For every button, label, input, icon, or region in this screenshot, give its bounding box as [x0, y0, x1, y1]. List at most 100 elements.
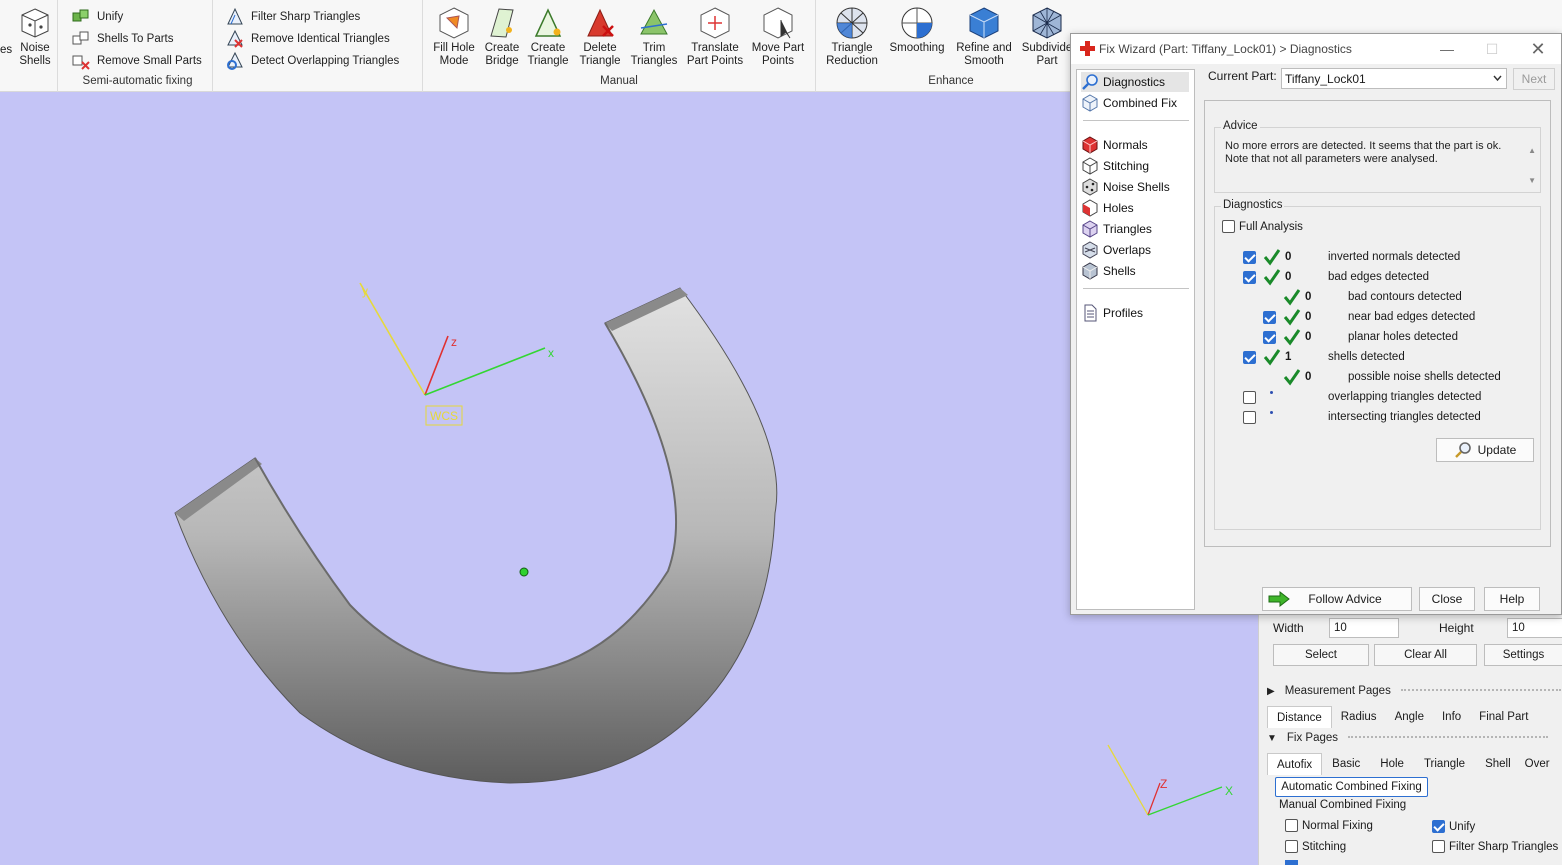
- filter-sharp-checkbox[interactable]: [1432, 840, 1445, 853]
- delete-triangle-icon: [587, 8, 614, 37]
- trim-triangles-button[interactable]: Trim Triangles: [625, 6, 683, 68]
- shells-to-parts-button[interactable]: Shells To Parts: [71, 29, 174, 49]
- tab-final-part[interactable]: Final Part: [1470, 706, 1537, 728]
- follow-advice-button[interactable]: Follow Advice: [1262, 587, 1412, 611]
- nav-triangles[interactable]: Triangles: [1081, 219, 1152, 239]
- unify-option[interactable]: Unify: [1432, 820, 1475, 833]
- width-field[interactable]: 10: [1329, 618, 1399, 638]
- fix-pages-header[interactable]: ▼ Fix Pages: [1267, 732, 1549, 744]
- dialog-titlebar[interactable]: Fix Wizard (Part: Tiffany_Lock01) > Diag…: [1071, 34, 1561, 64]
- translate-part-points-button[interactable]: Translate Part Points: [686, 6, 744, 68]
- noise-shells-button[interactable]: Noise Shells: [6, 6, 64, 68]
- filter-sharp-triangles-button[interactable]: Filter Sharp Triangles: [225, 7, 360, 27]
- remove-small-parts-button[interactable]: Remove Small Parts: [71, 51, 202, 71]
- nav-overlaps[interactable]: Overlaps: [1081, 240, 1151, 260]
- detect-overlapping-triangles-button[interactable]: Detect Overlapping Triangles: [225, 51, 399, 71]
- tab-angle[interactable]: Angle: [1386, 706, 1433, 728]
- move-part-points-button[interactable]: Move Part Points: [749, 6, 807, 68]
- select-button[interactable]: Select: [1273, 644, 1369, 666]
- shells-count: 1: [1285, 351, 1292, 363]
- smoothing-button[interactable]: Smoothing: [888, 6, 946, 55]
- maximize-icon: ☐: [1485, 40, 1499, 57]
- next-button[interactable]: Next: [1513, 68, 1555, 90]
- planar-holes-count: 0: [1305, 331, 1312, 343]
- nav-combined-fix[interactable]: Combined Fix: [1081, 93, 1177, 113]
- refine-and-smooth-button[interactable]: Refine and Smooth: [955, 6, 1013, 68]
- fill-hole-icon: [439, 7, 469, 39]
- nav-normals[interactable]: Normals: [1081, 135, 1148, 155]
- normal-fixing-label: Normal Fixing: [1302, 819, 1373, 832]
- tab-triangle[interactable]: Triangle: [1414, 753, 1475, 775]
- tab-autofix[interactable]: Autofix: [1267, 753, 1323, 775]
- tab-overlaps[interactable]: Over: [1521, 753, 1554, 775]
- close-button[interactable]: Close: [1419, 587, 1475, 611]
- fix-wizard-icon: [1080, 41, 1095, 56]
- nav-holes[interactable]: Holes: [1081, 198, 1134, 218]
- automatic-combined-fixing-button[interactable]: Automatic Combined Fixing: [1275, 777, 1428, 797]
- measurement-pages-header[interactable]: ▶ Measurement Pages: [1267, 685, 1561, 697]
- scroll-up-icon[interactable]: ▲: [1528, 136, 1536, 166]
- clear-all-button[interactable]: Clear All: [1374, 644, 1477, 666]
- tab-shell[interactable]: Shell: [1475, 753, 1521, 775]
- full-analysis-option[interactable]: Full Analysis: [1222, 220, 1303, 233]
- unify-icon: [72, 9, 89, 22]
- follow-advice-label: Follow Advice: [1308, 592, 1382, 606]
- wcs-axes: y z x WCS: [359, 282, 554, 426]
- subdivide-part-button[interactable]: Subdivide Part: [1018, 6, 1076, 68]
- mini-axis-z-label: Z: [1160, 777, 1167, 791]
- nav-diagnostics[interactable]: Diagnostics: [1081, 72, 1189, 92]
- create-bridge-label: Create Bridge: [484, 42, 520, 67]
- part-tiffany-lock[interactable]: [174, 287, 778, 784]
- inverted-normals-checkbox[interactable]: [1243, 250, 1256, 264]
- full-analysis-checkbox[interactable]: [1222, 220, 1235, 233]
- minimize-icon[interactable]: —: [1432, 40, 1462, 58]
- filter-sharp-option[interactable]: Filter Sharp Triangles: [1432, 840, 1558, 853]
- intersecting-checkbox[interactable]: [1243, 410, 1256, 424]
- nav-profiles[interactable]: Profiles: [1081, 303, 1143, 323]
- wcs-label: WCS: [430, 409, 458, 423]
- current-part-dropdown[interactable]: Tiffany_Lock01: [1281, 68, 1507, 89]
- delete-triangle-button[interactable]: Delete Triangle: [571, 6, 629, 68]
- stitching-checkbox[interactable]: [1285, 840, 1298, 853]
- remove-identical-triangles-button[interactable]: Remove Identical Triangles: [225, 29, 390, 49]
- normal-fixing-option[interactable]: Normal Fixing: [1285, 819, 1373, 832]
- help-button[interactable]: Help: [1484, 587, 1540, 611]
- tab-hole[interactable]: Hole: [1370, 753, 1414, 775]
- stitching-option[interactable]: Stitching: [1285, 840, 1346, 853]
- overlapping-checkbox[interactable]: [1243, 390, 1256, 404]
- normals-icon: [1082, 136, 1098, 154]
- dialog-title: Fix Wizard (Part: Tiffany_Lock01) > Diag…: [1099, 42, 1352, 56]
- triangle-reduction-button[interactable]: Triangle Reduction: [823, 6, 881, 68]
- planar-holes-checkbox[interactable]: [1263, 330, 1276, 344]
- normal-fixing-checkbox[interactable]: [1285, 819, 1298, 832]
- overlaps-icon: [1082, 241, 1098, 259]
- bad-contours-label: bad contours detected: [1348, 291, 1462, 303]
- nav-noise-shells[interactable]: Noise Shells: [1081, 177, 1170, 197]
- nav-stitching[interactable]: Stitching: [1081, 156, 1149, 176]
- tab-radius[interactable]: Radius: [1332, 706, 1386, 728]
- cut-off-checkbox: [1285, 860, 1298, 865]
- tab-distance[interactable]: Distance: [1267, 706, 1332, 728]
- advice-scrollbar[interactable]: ▲ ▼: [1528, 136, 1536, 196]
- remove-identical-label: Remove Identical Triangles: [251, 33, 390, 45]
- settings-button[interactable]: Settings: [1484, 644, 1562, 666]
- close-window-icon[interactable]: ✕: [1523, 39, 1553, 59]
- height-field[interactable]: 10: [1507, 618, 1562, 638]
- scroll-down-icon[interactable]: ▼: [1528, 166, 1536, 196]
- shells-checkbox[interactable]: [1243, 350, 1256, 364]
- near-bad-edges-checkbox[interactable]: [1263, 310, 1276, 324]
- nav-shells[interactable]: Shells: [1081, 261, 1136, 281]
- create-triangle-button[interactable]: Create Triangle: [519, 6, 577, 68]
- update-button[interactable]: Update: [1436, 438, 1534, 462]
- move-points-label: Move Part Points: [751, 42, 805, 67]
- unify-checkbox[interactable]: [1432, 820, 1445, 833]
- unify-label: Unify: [97, 11, 124, 23]
- arrow-right-icon: [1268, 591, 1290, 607]
- diagnostics-panel: Advice No more errors are detected. It s…: [1204, 100, 1551, 547]
- bad-edges-checkbox[interactable]: [1243, 270, 1256, 284]
- unify-button[interactable]: Unify: [71, 7, 123, 27]
- tab-basic[interactable]: Basic: [1322, 753, 1370, 775]
- tab-info[interactable]: Info: [1433, 706, 1470, 728]
- diagnostics-group: Diagnostics Full Analysis 0 inverted nor…: [1214, 199, 1541, 530]
- wizard-navigation: Diagnostics Combined Fix Normals Stitchi…: [1076, 69, 1195, 610]
